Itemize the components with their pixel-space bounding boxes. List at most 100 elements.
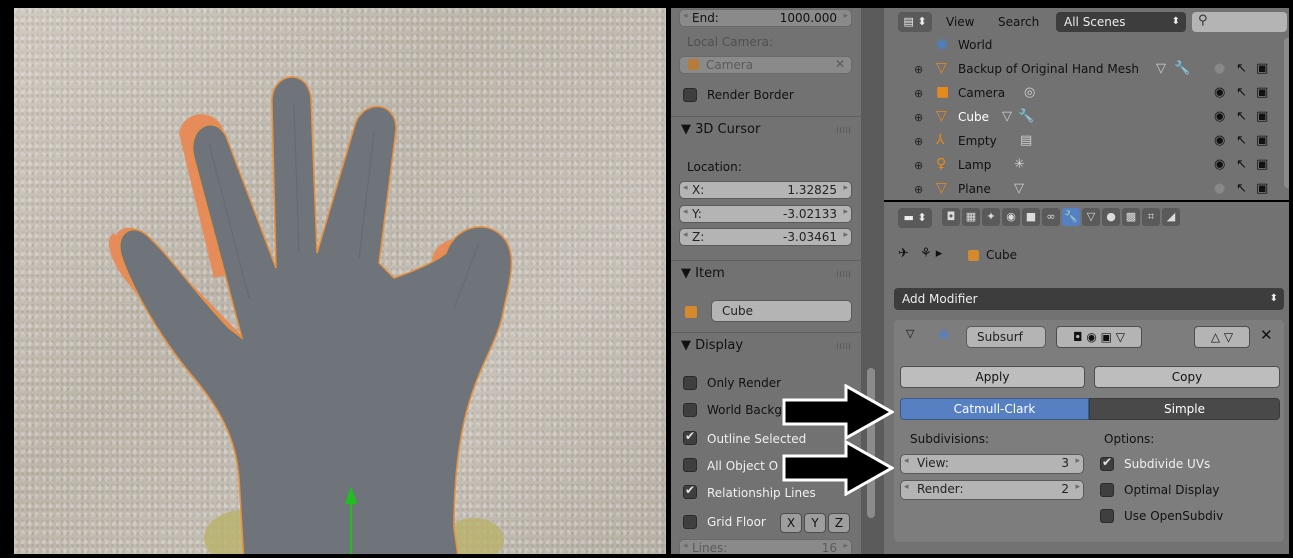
increment-icon[interactable]: ▸ — [1075, 456, 1080, 466]
axis-z-toggle[interactable]: Z — [828, 513, 850, 533]
move-down-icon[interactable]: ▽ — [1224, 330, 1233, 344]
grip-icon[interactable] — [837, 271, 851, 277]
render-camera-icon[interactable]: ▣ — [1256, 85, 1268, 100]
render-tab-icon[interactable]: ◘ — [942, 208, 960, 226]
move-up-icon[interactable]: △ — [1211, 330, 1220, 344]
outliner-item-empty[interactable]: ⊕ ⅄ Empty ▤ ◉ ↖ ▣ — [884, 130, 1283, 154]
modifiers-tab-icon[interactable]: 🔧 — [1062, 208, 1080, 226]
copy-button[interactable]: Copy — [1094, 366, 1280, 388]
cage-icon[interactable]: ▽ — [1116, 330, 1125, 344]
menu-search[interactable]: Search — [998, 15, 1039, 29]
outliner-item-camera[interactable]: ⊕ ■ Camera ◎ ◉ ↖ ▣ — [884, 82, 1283, 106]
expand-icon[interactable]: ⊕ — [914, 183, 923, 196]
constraints-tab-icon[interactable]: ∞ — [1042, 208, 1060, 226]
outliner-item-plane[interactable]: ⊕ ▽ Plane ▽ ● ↖ ▣ — [884, 178, 1283, 200]
decrement-icon[interactable]: ◂ — [683, 230, 688, 240]
outline-selected-checkbox[interactable] — [683, 429, 697, 445]
panel-item[interactable]: ▼ Item — [671, 260, 861, 287]
select-cursor-icon[interactable]: ↖ — [1236, 181, 1247, 196]
render-border-checkbox[interactable] — [683, 88, 697, 102]
render-layers-tab-icon[interactable]: ▦ — [962, 208, 980, 226]
scene-filter-dropdown[interactable]: All Scenes ⬍ — [1056, 12, 1186, 32]
modifier-visibility-toggles[interactable]: ◘ ◉ ▣ ▽ — [1056, 326, 1142, 348]
grid-lines-field[interactable]: ◂ Lines: 16 ▸ — [679, 539, 852, 554]
increment-icon[interactable]: ▸ — [843, 207, 848, 217]
select-cursor-icon[interactable]: ↖ — [1236, 109, 1247, 124]
texture-tab-icon[interactable]: ▩ — [1122, 208, 1140, 226]
select-cursor-icon[interactable]: ↖ — [1236, 157, 1247, 172]
decrement-icon[interactable]: ◂ — [683, 541, 688, 551]
physics-tab-icon[interactable]: ◢ — [1162, 208, 1180, 226]
render-camera-icon[interactable]: ▣ — [1256, 61, 1268, 76]
render-camera-icon[interactable]: ▣ — [1256, 133, 1268, 148]
grid-floor-checkbox[interactable] — [683, 515, 697, 529]
visibility-eye-icon[interactable]: ◉ — [1214, 109, 1225, 124]
collapse-icon[interactable]: ▽ — [906, 327, 914, 340]
decrement-icon[interactable]: ◂ — [904, 482, 909, 492]
local-camera-field[interactable]: Camera ✕ — [679, 56, 852, 74]
3d-viewport[interactable] — [14, 8, 666, 558]
axis-y-toggle[interactable]: Y — [804, 513, 826, 533]
grip-icon[interactable] — [837, 343, 851, 349]
modifier-name-input[interactable]: Subsurf — [966, 326, 1046, 348]
select-cursor-icon[interactable]: ↖ — [1236, 133, 1247, 148]
expand-icon[interactable]: ⊕ — [914, 135, 923, 148]
move-modifier-buttons[interactable]: △ ▽ — [1194, 326, 1250, 348]
relationship-lines-checkbox[interactable] — [683, 483, 697, 499]
outliner-item-backup-mesh[interactable]: ⊕ ▽ Backup of Original Hand Mesh ▽ 🔧 ● ↖… — [884, 58, 1283, 82]
decrement-icon[interactable]: ◂ — [683, 11, 688, 21]
editor-type-icon[interactable]: ▤ ⬍ — [898, 12, 932, 32]
cursor-x-field[interactable]: ◂ X: 1.32825 ▸ — [679, 181, 852, 199]
select-cursor-icon[interactable]: ↖ — [1236, 85, 1247, 100]
select-cursor-icon[interactable]: ↖ — [1236, 61, 1247, 76]
expand-icon[interactable]: ⊕ — [914, 111, 923, 124]
only-render-checkbox[interactable] — [683, 376, 697, 390]
subdivide-uvs-checkbox[interactable] — [1100, 455, 1114, 471]
add-modifier-dropdown[interactable]: Add Modifier ⬍ — [894, 288, 1284, 310]
clear-icon[interactable]: ✕ — [835, 57, 845, 71]
editor-type-icon[interactable]: ▬ ⬍ — [898, 208, 932, 228]
menu-view[interactable]: View — [946, 15, 974, 29]
decrement-icon[interactable]: ◂ — [683, 183, 688, 193]
visibility-eye-icon[interactable]: ◉ — [1214, 157, 1225, 172]
expand-icon[interactable]: ⊕ — [914, 87, 923, 100]
increment-icon[interactable]: ▸ — [843, 230, 848, 240]
increment-icon[interactable]: ▸ — [1075, 482, 1080, 492]
editmode-icon[interactable]: ▣ — [1101, 330, 1112, 344]
remove-modifier-icon[interactable]: ✕ — [1260, 326, 1273, 344]
render-camera-icon[interactable]: ▣ — [1256, 109, 1268, 124]
optimal-display-checkbox[interactable] — [1100, 483, 1114, 497]
use-opensubdiv-checkbox[interactable] — [1100, 509, 1114, 523]
visibility-eye-icon[interactable]: ● — [1214, 61, 1225, 76]
visibility-eye-icon[interactable]: ◉ — [1086, 330, 1100, 344]
visibility-eye-icon[interactable]: ◉ — [1214, 133, 1225, 148]
cursor-y-field[interactable]: ◂ Y: -3.02133 ▸ — [679, 205, 852, 223]
data-tab-icon[interactable]: ▽ — [1082, 208, 1100, 226]
panel-display[interactable]: ▼ Display — [671, 332, 861, 359]
item-name-field[interactable]: Cube — [711, 300, 852, 322]
render-levels-field[interactable]: ◂ Render: 2 ▸ — [900, 480, 1084, 500]
outliner-scrollbar[interactable] — [1284, 38, 1289, 188]
increment-icon[interactable]: ▸ — [843, 541, 848, 551]
outliner-item-world[interactable]: ◉ World — [884, 34, 1283, 58]
object-tab-icon[interactable]: ■ — [1022, 208, 1040, 226]
expand-icon[interactable]: ⊕ — [914, 159, 923, 172]
material-tab-icon[interactable]: ● — [1102, 208, 1120, 226]
catmull-clark-toggle[interactable]: Catmull-Clark — [900, 398, 1089, 420]
simple-toggle[interactable]: Simple — [1089, 398, 1280, 420]
world-background-checkbox[interactable] — [683, 403, 697, 417]
cursor-z-field[interactable]: ◂ Z: -3.03461 ▸ — [679, 228, 852, 246]
increment-icon[interactable]: ▸ — [843, 183, 848, 193]
visibility-eye-icon[interactable]: ◉ — [1214, 85, 1225, 100]
view-levels-field[interactable]: ◂ View: 3 ▸ — [900, 454, 1084, 474]
render-camera-icon[interactable]: ▣ — [1256, 157, 1268, 172]
panel-3d-cursor[interactable]: ▼ 3D Cursor — [671, 116, 861, 143]
expand-icon[interactable]: ⊕ — [914, 63, 923, 76]
decrement-icon[interactable]: ◂ — [683, 207, 688, 217]
decrement-icon[interactable]: ◂ — [904, 456, 909, 466]
axis-x-toggle[interactable]: X — [780, 513, 802, 533]
render-camera-icon[interactable]: ▣ — [1256, 181, 1268, 196]
particles-tab-icon[interactable]: ⌗ — [1142, 208, 1160, 226]
world-tab-icon[interactable]: ◉ — [1002, 208, 1020, 226]
selected-hand-mesh[interactable] — [119, 76, 513, 558]
